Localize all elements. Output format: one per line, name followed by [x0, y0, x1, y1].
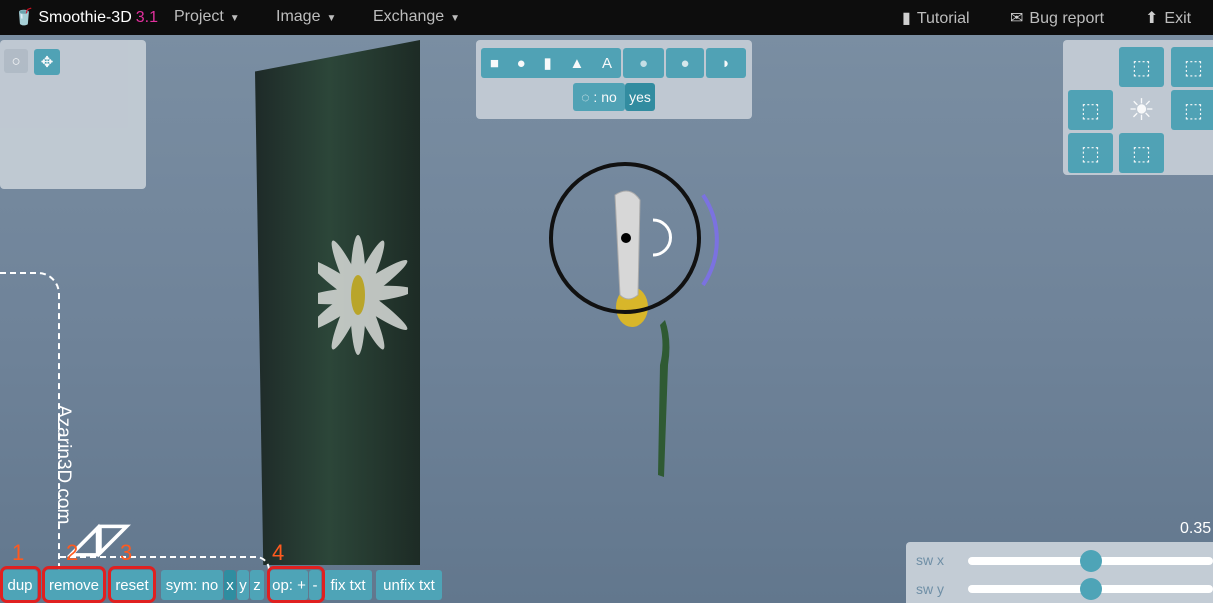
view-right-button[interactable]: ⬚ [1171, 90, 1213, 130]
annotation-number-2: 2 [66, 540, 79, 565]
daisy-reference-image [318, 235, 408, 355]
sw-x-label: sw x [916, 552, 944, 568]
fix-txt-button[interactable]: fix txt [324, 570, 372, 600]
sw-x-slider-handle[interactable] [1079, 550, 1102, 572]
menu-bug-report-label: Bug report [1029, 10, 1105, 27]
menu-exchange-label: Exchange [373, 8, 445, 25]
sw-y-track[interactable] [968, 578, 1213, 600]
square-shape-icon[interactable]: ■ [490, 55, 499, 72]
flat-disc-button[interactable]: ● [623, 48, 664, 78]
app-logo[interactable]: 🥤 Smoothie-3D 3.1 [14, 7, 158, 27]
annotation-number-1: 1 [12, 540, 25, 565]
cylinder-shape-icon[interactable]: ▮ [543, 54, 551, 72]
shape-toolbar: ■ ● ▮ ▲ A ● ● ◗ ◌ : no yes [476, 40, 752, 119]
envelope-icon: ✉ [1010, 10, 1024, 27]
highlight-op [267, 566, 325, 603]
menu-tutorial-label: Tutorial [916, 10, 970, 27]
sphere-button[interactable]: ● [666, 48, 704, 78]
highlight-reset [108, 566, 156, 603]
circle-icon: ○ [11, 52, 21, 70]
chevron-down-icon: ▼ [229, 13, 240, 24]
sym-button[interactable]: sym: no [161, 570, 223, 600]
menu-bar: 🥤 Smoothie-3D 3.1 Project ▼ Image ▼ Exchang… [0, 0, 1213, 35]
sphere-icon: ● [680, 54, 690, 72]
shape-buttons-group: ■ ● ▮ ▲ A [481, 48, 621, 78]
move-tool-button[interactable]: ✥ [34, 49, 60, 75]
tool-panel-left: ○ ✥ [0, 40, 146, 189]
chevron-down-icon: ▼ [326, 13, 337, 24]
book-icon: ▮ [902, 10, 911, 27]
half-shape-button[interactable]: ◗ [706, 48, 746, 78]
menu-exit-label: Exit [1164, 10, 1192, 27]
cube-icon: ⬚ [1081, 142, 1100, 165]
select-tool-button[interactable]: ○ [4, 49, 28, 73]
highlight-dup [0, 566, 41, 603]
annotation-number-3: 3 [120, 540, 133, 565]
sun-icon: ☀ [1128, 93, 1155, 127]
sw-y-label: sw y [916, 581, 944, 597]
menu-image-label: Image [276, 8, 321, 25]
chevron-down-icon: ▼ [450, 13, 461, 24]
view-top-right-button[interactable]: ⬚ [1171, 47, 1213, 87]
triangle-shape-icon[interactable]: ▲ [569, 55, 584, 72]
cube-icon: ⬚ [1184, 99, 1203, 122]
half-circle-icon: ◗ [721, 54, 731, 72]
view-top-button[interactable]: ⬚ [1119, 47, 1164, 87]
sym-x-button[interactable]: x [224, 570, 236, 600]
view-bottom-button[interactable]: ⬚ [1119, 133, 1164, 173]
move-arrows-icon: ✥ [40, 54, 54, 71]
view-panel: ⬚ ⬚ ⬚ ☀ ⬚ ⬚ ⬚ [1063, 40, 1213, 175]
menu-bug-report[interactable]: ✉ Bug report [1010, 8, 1104, 28]
watermark-text: Azarin3D.com [53, 405, 74, 525]
menu-exchange[interactable]: Exchange ▼ [373, 8, 460, 26]
app-version: 3.1 [135, 9, 158, 26]
sym-z-button[interactable]: z [250, 570, 264, 600]
view-left-button[interactable]: ⬚ [1068, 90, 1113, 130]
circle-shape-icon[interactable]: ● [517, 55, 526, 72]
text-shape-button[interactable]: A [602, 55, 612, 72]
cube-icon: ⬚ [1081, 99, 1100, 122]
annotation-number-4: 4 [272, 540, 285, 565]
light-button[interactable]: ☀ [1119, 90, 1164, 130]
view-bottom-left-button[interactable]: ⬚ [1068, 133, 1113, 173]
sw-y-slider-handle[interactable] [1079, 578, 1102, 600]
value-readout: 0.35 [1180, 520, 1212, 537]
highlight-remove [42, 566, 106, 603]
flat-disc-icon: ● [638, 54, 649, 72]
menu-image[interactable]: Image ▼ [276, 8, 336, 26]
menu-project-label: Project [174, 8, 224, 25]
menu-tutorial[interactable]: ▮ Tutorial [902, 8, 970, 28]
symbol-toggle-yes[interactable]: yes [625, 83, 655, 111]
cube-icon: ⬚ [1132, 56, 1151, 79]
daisy-3d-model[interactable] [540, 155, 740, 485]
unfix-txt-button[interactable]: unfix txt [376, 570, 442, 600]
watermark-frame [0, 272, 60, 574]
cube-icon: ⬚ [1184, 56, 1203, 79]
app-title: Smoothie-3D [38, 9, 132, 26]
menu-exit[interactable]: ⬆ Exit [1145, 8, 1191, 28]
symbol-toggle-no[interactable]: ◌ : no [573, 83, 625, 111]
smoothie-glass-icon: 🥤 [14, 9, 34, 26]
sw-x-track[interactable] [968, 550, 1213, 572]
arrow-up-icon: ⬆ [1145, 10, 1159, 27]
slider-panel: sw x sw y [906, 542, 1213, 603]
cube-icon: ⬚ [1132, 142, 1151, 165]
menu-project[interactable]: Project ▼ [174, 8, 240, 26]
sym-y-button[interactable]: y [237, 570, 249, 600]
